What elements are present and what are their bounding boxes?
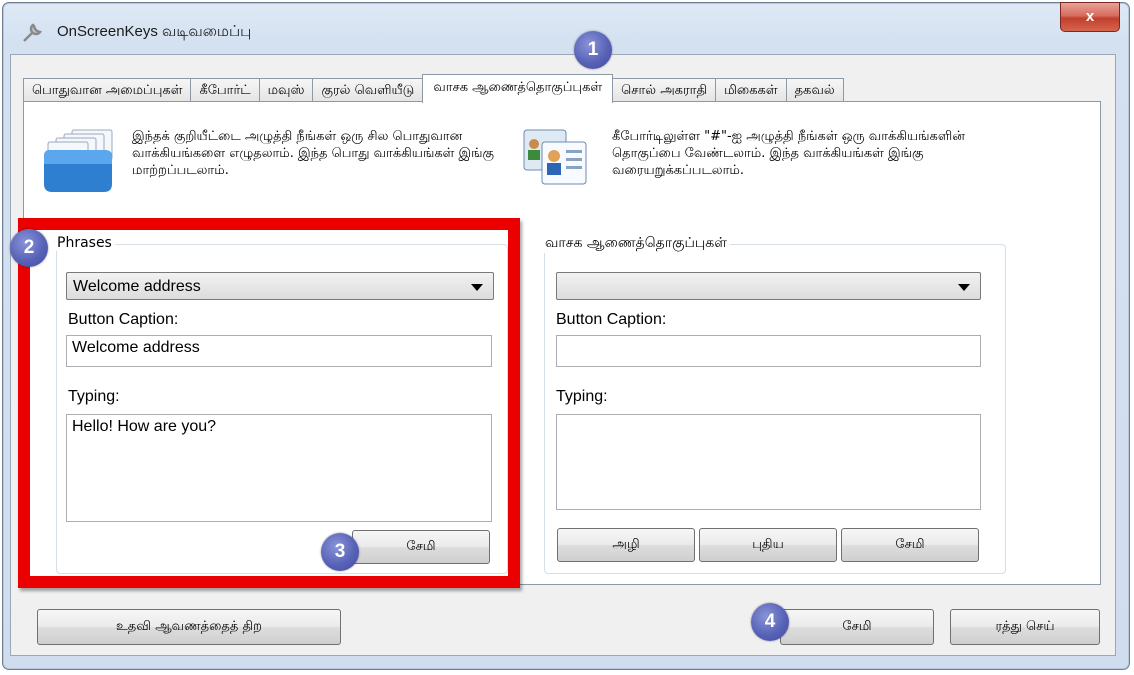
tab-dictionary[interactable]: சொல் அகராதி [612, 78, 717, 103]
highlight-box [18, 218, 520, 588]
command-typing-textarea[interactable] [556, 414, 981, 510]
command-typing-label: Typing: [556, 388, 608, 405]
wrench-icon [21, 22, 43, 44]
new-button[interactable]: புதிய [699, 528, 837, 562]
folders-icon [42, 126, 118, 194]
tab-general[interactable]: பொதுவான அமைப்புகள் [23, 78, 192, 103]
close-button[interactable]: x [1060, 2, 1120, 32]
command-caption-label: Button Caption: [556, 311, 667, 328]
phrase-sets-group-label: வாசக ஆணைத்தொகுப்புகள் [542, 235, 730, 253]
tab-info[interactable]: தகவல் [785, 78, 844, 103]
command-caption-input[interactable] [556, 335, 981, 367]
open-help-button[interactable]: உதவி ஆவணத்தைத் திற [37, 609, 341, 645]
tab-mouse[interactable]: மவுஸ் [258, 78, 314, 103]
delete-button[interactable]: அழி [557, 528, 695, 562]
phrases-description: இந்தக் குறியீட்டை அழுத்தி நீங்கள் ஒரு சி… [132, 129, 495, 178]
phrase-sets-description: கீபோர்டிலுள்ள "#"-ஐ அழுத்தி நீங்கள் ஒரு … [612, 129, 965, 178]
tab-phrase-sets[interactable]: வாசக ஆணைத்தொகுப்புகள் [422, 74, 614, 103]
contact-cards-icon [520, 126, 600, 188]
tab-extras[interactable]: மிகைகள் [715, 78, 787, 103]
title-bar: OnScreenKeys வடிவமைப்பு x [3, 2, 1129, 59]
step-badge-3: 3 [321, 533, 359, 571]
phrase-sets-dropdown[interactable] [556, 272, 981, 300]
window-title: OnScreenKeys வடிவமைப்பு [57, 23, 252, 40]
chevron-down-icon [958, 284, 970, 291]
save-button[interactable]: சேமி [780, 609, 934, 645]
tab-keyboard[interactable]: கீபோர்ட் [190, 78, 260, 103]
step-badge-2: 2 [10, 229, 48, 267]
command-save-button[interactable]: சேமி [841, 528, 979, 562]
tab-voice-output[interactable]: குரல் வெளியீடு [312, 78, 424, 103]
tab-strip: பொதுவான அமைப்புகள் கீபோர்ட் மவுஸ் குரல் … [23, 74, 844, 103]
step-badge-1: 1 [574, 31, 612, 69]
cancel-button[interactable]: ரத்து செய் [950, 609, 1100, 645]
step-badge-4: 4 [751, 603, 789, 641]
